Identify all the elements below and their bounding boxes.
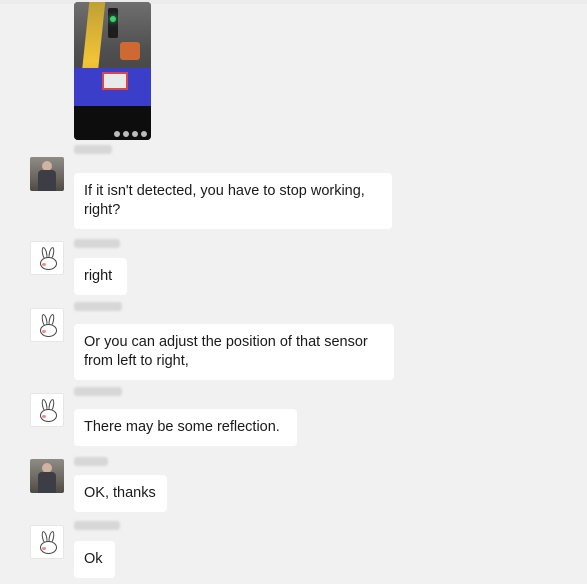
sender-name-redacted [74,239,120,248]
image-control-icon [123,131,129,137]
sender-name-redacted [74,302,122,311]
image-control-icon [141,131,147,137]
avatar[interactable] [30,241,64,275]
message-bubble[interactable]: Or you can adjust the position of that s… [74,324,394,380]
bunny-cheek-icon [42,415,46,418]
bunny-cheek-icon [42,547,46,550]
message-bubble[interactable]: OK, thanks [74,475,167,512]
photo-orange-part [120,42,140,60]
avatar[interactable] [30,393,64,427]
sender-name-redacted [74,387,122,396]
message-bubble[interactable]: If it isn't detected, you have to stop w… [74,173,392,229]
message-bubble[interactable]: Ok [74,541,115,578]
message-bubble[interactable]: right [74,258,127,295]
image-message[interactable] [74,2,151,140]
avatar[interactable] [30,459,64,493]
photo-highlight-box [102,72,128,90]
sender-name-redacted [74,457,108,466]
sender-name-redacted [74,521,120,530]
image-control-icon [114,131,120,137]
avatar[interactable] [30,157,64,191]
photo-sensor-pole [108,8,118,38]
message-bubble[interactable]: There may be some reflection. [74,409,297,446]
image-control-icon [132,131,138,137]
avatar[interactable] [30,525,64,559]
bunny-cheek-icon [42,330,46,333]
avatar[interactable] [30,308,64,342]
bunny-cheek-icon [42,263,46,266]
image-controls [114,131,147,137]
sender-name-redacted [74,145,112,154]
photo-green-light [110,16,116,22]
